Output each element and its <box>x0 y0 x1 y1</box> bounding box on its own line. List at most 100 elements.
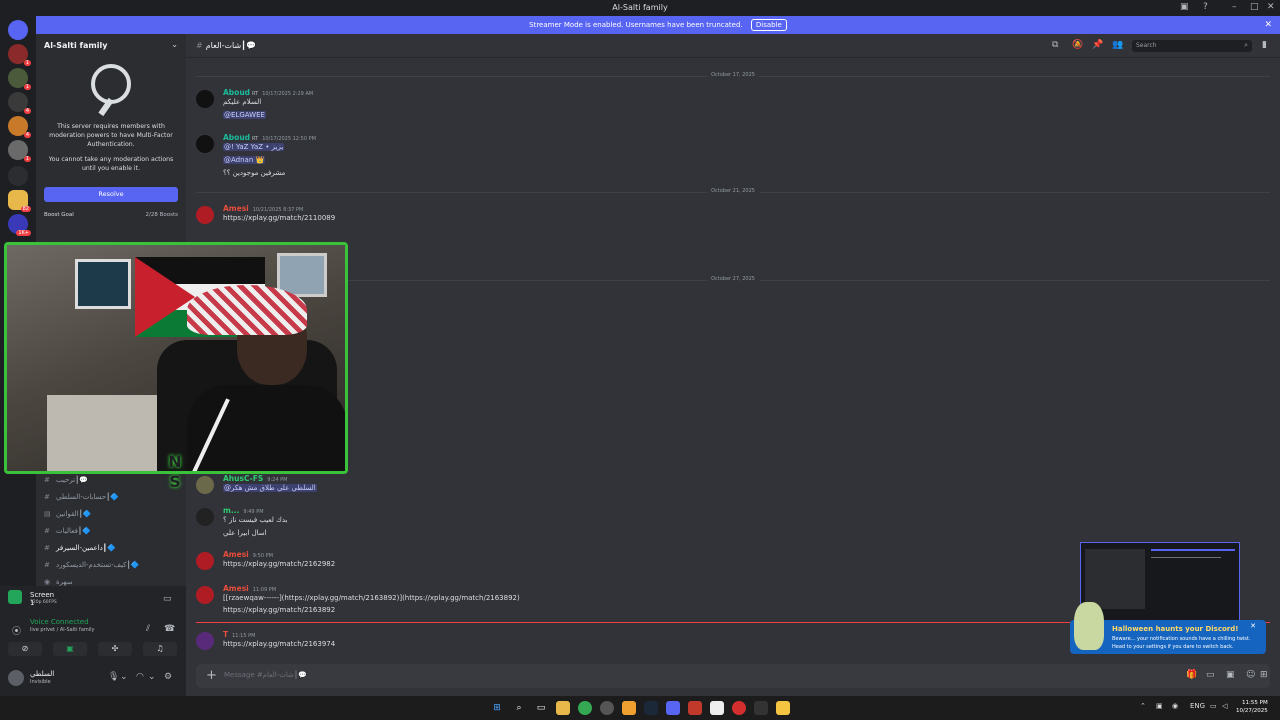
channel-item[interactable]: ▤ القوانين┃🔷 <box>36 506 186 523</box>
maximize-icon[interactable]: □ <box>1250 2 1259 12</box>
discord-home-icon[interactable] <box>8 20 28 40</box>
app-icon[interactable] <box>776 701 790 715</box>
author-name[interactable]: m... <box>223 506 239 515</box>
sticker-icon[interactable]: ▣ <box>1226 670 1235 680</box>
channel-item[interactable]: # فعاليات┃🔷 <box>36 523 186 540</box>
apps-icon[interactable]: ⊞ <box>1260 670 1268 680</box>
stream-preview-thumbnail[interactable] <box>1080 542 1240 622</box>
notification-bell-icon[interactable]: 🔕 <box>1072 40 1083 50</box>
author-name[interactable]: Amesi <box>223 550 249 559</box>
help-icon[interactable]: ? <box>1203 2 1208 12</box>
gif-icon[interactable]: ▭ <box>1206 670 1215 680</box>
activities-icon[interactable]: ✣ <box>98 642 132 656</box>
discord-icon[interactable] <box>666 701 680 715</box>
camera-icon[interactable]: ⊘ <box>8 642 42 656</box>
author-name[interactable]: T <box>223 630 228 639</box>
server-icon[interactable]: 1K+ <box>8 214 31 236</box>
user-mention[interactable]: @ELGAWEE <box>223 111 266 119</box>
add-attachment-icon[interactable]: + <box>206 668 217 683</box>
file-explorer-icon[interactable] <box>556 701 570 715</box>
server-header[interactable]: Al-Salti family ⌄ <box>36 34 186 58</box>
timestamp: 10/17/2025 2:29 AM <box>262 91 314 97</box>
message-link[interactable]: https://xplay.gg/match/2162982 <box>223 560 335 568</box>
emoji-icon[interactable]: ☺ <box>1246 670 1255 680</box>
voice-connected[interactable]: Voice Connected live privet / Al-Salti f… <box>10 618 95 633</box>
soundboard-icon[interactable]: ♫ <box>143 642 177 656</box>
noise-suppression-icon[interactable]: ⫽ <box>146 624 150 634</box>
mic-tray-icon[interactable]: ◉ <box>1172 702 1178 710</box>
threads-icon[interactable]: ⧉ <box>1052 40 1058 50</box>
voice-status: Voice Connected <box>30 618 89 626</box>
volume-icon[interactable]: ◁ <box>1222 702 1227 710</box>
clock-date: 10/27/2025 <box>1236 708 1268 714</box>
headphones-icon[interactable]: ◠ <box>136 672 144 682</box>
server-icon[interactable]: 1 <box>8 44 31 66</box>
tray-icon[interactable]: ▣ <box>1156 702 1163 710</box>
gift-icon[interactable]: 🎁 <box>1186 670 1197 680</box>
author-name[interactable]: Aboud <box>223 133 250 142</box>
app-icon[interactable] <box>622 701 636 715</box>
search-icon[interactable]: ⌕ <box>512 701 526 715</box>
signal-icon: ⦿ <box>12 627 22 637</box>
app-icon[interactable] <box>710 701 724 715</box>
boost-goal[interactable]: Boost Goal 2/28 Boosts <box>44 212 178 222</box>
app-icon[interactable] <box>732 701 746 715</box>
chevron-up-icon[interactable]: ⌃ <box>1140 702 1146 710</box>
user-mention[interactable]: @! YaZ YaZ • يزيز <box>223 143 285 151</box>
inbox-icon[interactable]: ▣ <box>1180 2 1189 12</box>
message-link[interactable]: https://xplay.gg/match/2163892 <box>223 606 335 614</box>
server-icon[interactable]: 4 <box>8 116 31 138</box>
settings-gear-icon[interactable]: ⚙ <box>164 672 172 682</box>
server-icon[interactable] <box>8 166 28 186</box>
stop-stream-icon[interactable]: ▭ <box>163 594 172 604</box>
disconnect-icon[interactable]: ☎ <box>164 624 175 634</box>
task-view-icon[interactable]: ▭ <box>534 701 548 715</box>
message-composer[interactable]: + Message #شات-العام┃💬 🎁 ▭ ▣ ☺ ⊞ <box>196 664 1270 688</box>
browser-icon[interactable] <box>600 701 614 715</box>
author-name[interactable]: Amesi <box>223 584 249 593</box>
screen-share-status[interactable]: Screen 1 720p 60FPS <box>8 590 57 607</box>
message-link[interactable]: https://xplay.gg/match/2163974 <box>223 640 335 648</box>
server-icon[interactable]: 1 <box>8 68 31 90</box>
banner-close-icon[interactable]: ✕ <box>1264 16 1272 34</box>
user-mention[interactable]: @السلطي علي طلاق مش هكر <box>223 484 317 492</box>
halloween-notification[interactable]: Halloween haunts your Discord! Beware...… <box>1070 602 1266 654</box>
author-name[interactable]: Amesi <box>223 204 249 213</box>
chevron-down-icon[interactable]: ⌄ <box>148 672 156 682</box>
close-icon[interactable]: ✕ <box>1250 622 1256 630</box>
language-indicator[interactable]: ENG <box>1190 702 1205 710</box>
notification-title: Halloween haunts your Discord! <box>1112 625 1239 633</box>
channel-item[interactable]: # كيف-تستخدم-الديسكورد┃🔷 <box>36 557 186 574</box>
author-name[interactable]: AhusC-FS <box>223 474 263 483</box>
user-info[interactable]: السلطي Invisible 🎙 ⌄ ◠ ⌄ ⚙ <box>8 668 178 690</box>
disable-button[interactable]: Disable <box>750 19 787 31</box>
display-icon[interactable]: ▭ <box>1210 702 1217 710</box>
system-clock[interactable]: 11:55 PM 10/27/2025 <box>1236 699 1268 715</box>
message-link[interactable]: https://xplay.gg/match/2110089 <box>223 214 335 222</box>
start-icon[interactable]: ⊞ <box>490 701 504 715</box>
avatar <box>8 670 24 686</box>
server-icon[interactable]: 4 <box>8 92 31 114</box>
channel-item[interactable]: # داعمين-السيرفر┃🔷 <box>36 540 186 557</box>
mic-icon[interactable]: 🎙 <box>108 672 119 682</box>
notification-text: Beware... your notification sounds have … <box>1112 636 1251 650</box>
server-icon[interactable]: 1 <box>8 140 31 162</box>
chrome-icon[interactable] <box>578 701 592 715</box>
search-input[interactable]: Search ⌕ <box>1132 40 1252 52</box>
user-name: السلطي <box>30 670 55 678</box>
author-name[interactable]: Aboud <box>223 88 250 97</box>
pin-icon[interactable]: 📌 <box>1092 40 1103 50</box>
message-input[interactable]: Message #شات-العام┃💬 <box>224 671 307 679</box>
app-icon[interactable] <box>688 701 702 715</box>
server-icon-active[interactable]: 82 <box>8 190 31 212</box>
member-list-icon[interactable]: 👥 <box>1112 40 1123 50</box>
chevron-down-icon[interactable]: ⌄ <box>120 672 128 682</box>
minimize-icon[interactable]: – <box>1232 2 1237 12</box>
resolve-button[interactable]: Resolve <box>44 187 178 202</box>
app-icon[interactable] <box>754 701 768 715</box>
screen-share-button[interactable]: ▣ <box>53 642 87 656</box>
inbox-icon[interactable]: ▮ <box>1262 40 1267 50</box>
user-mention[interactable]: @Adnan 👑 <box>223 156 266 164</box>
steam-icon[interactable] <box>644 701 658 715</box>
close-icon[interactable]: ✕ <box>1267 2 1275 12</box>
